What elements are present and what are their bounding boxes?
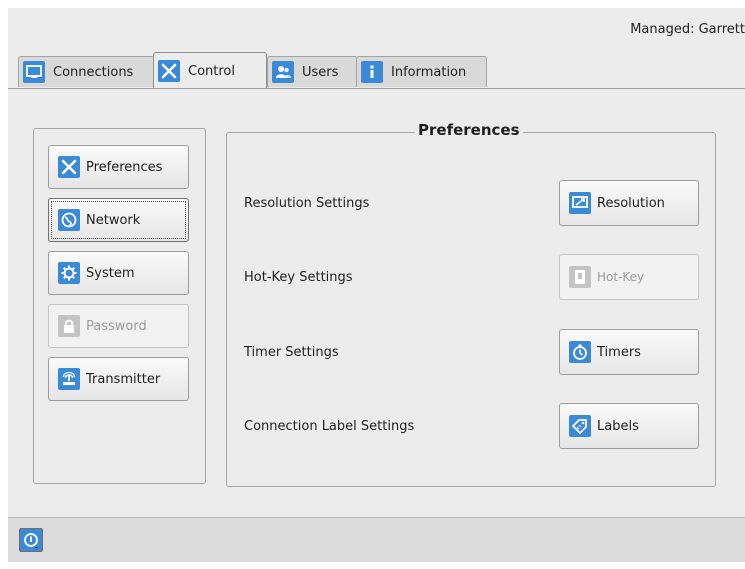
timer-settings-label: Timer Settings [244,345,339,360]
timer-icon [569,341,591,363]
timers-button-label: Timers [597,344,641,360]
lock-icon [58,315,80,337]
tab-control[interactable]: Control [153,52,267,89]
hotkey-button[interactable]: Hot-Key [559,254,699,300]
tab-connections[interactable]: Connections [18,56,155,87]
tab-users[interactable]: Users [267,56,358,87]
hotkey-settings-label: Hot-Key Settings [244,270,353,285]
sidebar-item-label: Network [86,212,141,228]
tab-label: Information [391,64,467,80]
sidebar-item-network[interactable]: Network [48,198,189,242]
tab-information[interactable]: Information [356,56,487,87]
tab-label: Users [302,64,339,80]
sidebar-item-system[interactable]: System [48,251,189,295]
bottom-bar [8,517,745,562]
sidebar-item-label: Password [86,318,147,334]
info-icon [361,61,383,83]
tab-panel-border [8,88,745,89]
globe-icon [58,209,80,231]
gear-icon [58,262,80,284]
labels-button-label: Labels [597,418,639,434]
preferences-title: Preferences [415,121,523,139]
resolution-icon [569,192,591,214]
resolution-settings-label: Resolution Settings [244,196,370,211]
hotkey-icon [569,266,591,288]
tools-icon [58,156,80,178]
sidebar-item-label: Preferences [86,159,163,175]
resolution-button-label: Resolution [597,195,665,211]
sidebar-item-transmitter[interactable]: Transmitter [48,357,189,401]
users-icon [272,61,294,83]
monitor-icon [23,61,45,83]
resolution-button[interactable]: Resolution [559,180,699,226]
label-icon [569,415,591,437]
timers-button[interactable]: Timers [559,329,699,375]
tools-icon [158,60,180,82]
transmitter-icon [58,368,80,390]
sidebar-item-preferences[interactable]: Preferences [48,145,189,189]
sidebar-item-label: System [86,265,135,281]
power-menu-icon[interactable] [19,528,43,552]
hotkey-button-label: Hot-Key [597,270,645,284]
sidebar-item-password[interactable]: Password [48,304,189,348]
tab-label: Connections [53,64,134,80]
labels-button[interactable]: Labels [559,403,699,449]
connection-label-settings-label: Connection Label Settings [244,419,415,434]
managed-status: Managed: Garrett [630,22,745,37]
tab-label: Control [188,63,235,79]
sidebar-item-label: Transmitter [86,371,161,387]
